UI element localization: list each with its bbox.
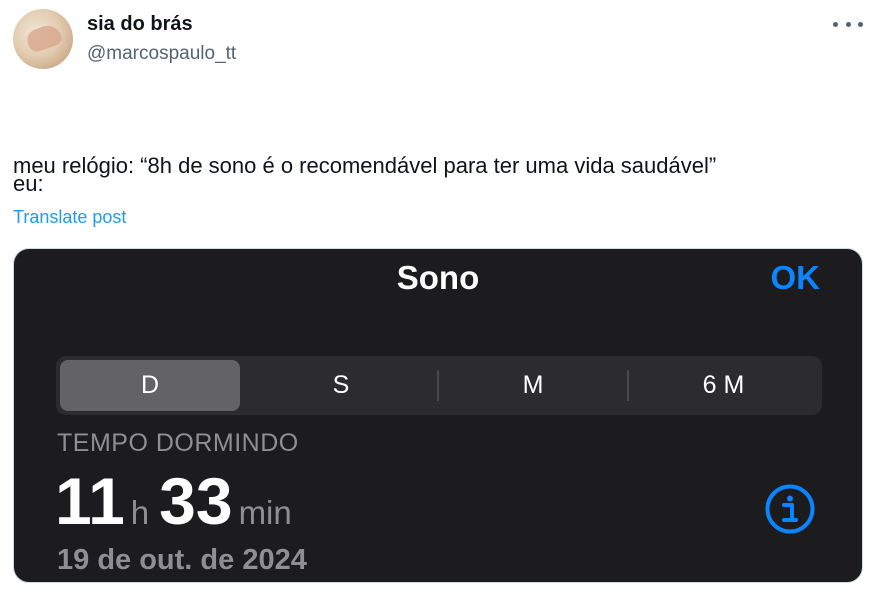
avatar[interactable]: [13, 9, 73, 69]
segment-day[interactable]: D: [60, 360, 240, 411]
minutes-unit: min: [238, 494, 292, 531]
post-media-image[interactable]: Sono OK D S M 6 M TEMPO DORMINDO 11 h 33…: [13, 248, 863, 583]
ok-button[interactable]: OK: [771, 259, 821, 297]
hours-value: 11: [55, 464, 125, 538]
segment-week[interactable]: S: [246, 360, 436, 411]
sleep-duration: 11 h 33 min: [55, 465, 302, 537]
metric-label: TEMPO DORMINDO: [57, 429, 299, 457]
post-text: meu relógio: “8h de sono é o recomendáve…: [13, 96, 863, 264]
author-handle[interactable]: @marcospaulo_tt: [87, 43, 236, 65]
dot: [845, 21, 851, 27]
period-segmented-control: D S M 6 M: [56, 356, 822, 415]
segment-month[interactable]: M: [439, 360, 627, 411]
metric-date: 19 de out. de 2024: [57, 544, 307, 576]
hours-unit: h: [130, 494, 150, 531]
more-options-icon[interactable]: [833, 14, 863, 34]
info-icon[interactable]: [764, 483, 816, 535]
dot: [833, 21, 838, 27]
tweet: sia do brás @marcospaulo_tt meu relógio:…: [0, 0, 878, 598]
author-display-name[interactable]: sia do brás: [87, 13, 193, 36]
translate-post-link[interactable]: Translate post: [13, 207, 126, 228]
sheet-title: Sono: [396, 259, 480, 296]
minutes-value: 33: [159, 464, 233, 538]
avatar-photo: [24, 21, 64, 55]
post-text-line: eu:: [13, 171, 44, 196]
segment-six-months[interactable]: 6 M: [629, 360, 818, 411]
post-text-line: meu relógio: “8h de sono é o recomendáve…: [13, 153, 717, 178]
dot: [858, 21, 863, 27]
